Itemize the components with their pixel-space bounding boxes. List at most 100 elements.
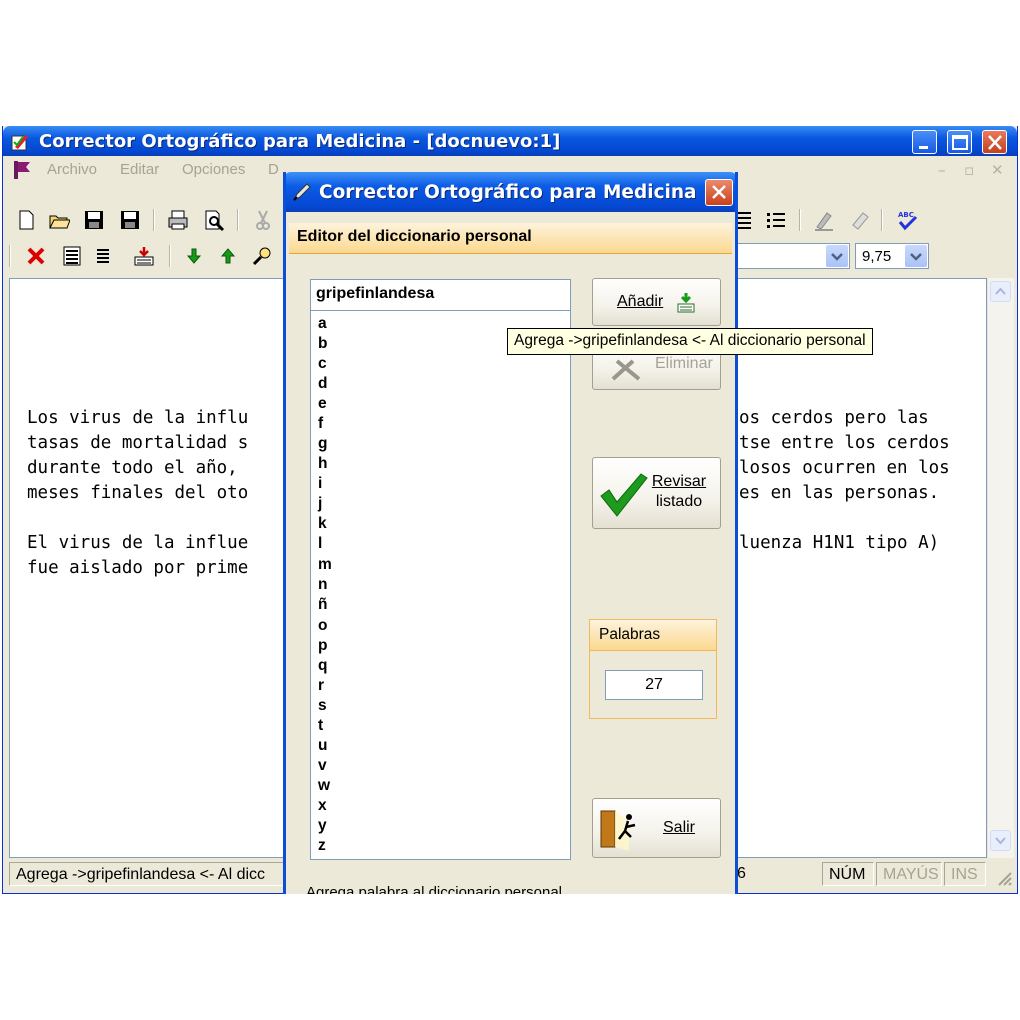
menu-d[interactable]: D — [268, 161, 279, 178]
font-size-combo[interactable]: 9,75 — [855, 243, 929, 269]
dialog-close-button[interactable] — [705, 179, 733, 206]
status-ins: INS — [944, 862, 986, 886]
list-item[interactable]: m — [318, 555, 332, 575]
close-icon — [988, 135, 1002, 150]
exit-label: Salir — [663, 819, 696, 836]
maximize-button[interactable] — [947, 130, 972, 154]
list-item[interactable]: h — [318, 454, 327, 474]
list-item[interactable]: b — [318, 334, 327, 354]
status-message: Agrega ->gripefinlandesa <- Al dicc — [9, 862, 285, 886]
spellcheck-icon[interactable]: ABC — [896, 209, 918, 231]
font-dropdown-button[interactable] — [826, 245, 848, 267]
highlight-icon[interactable] — [813, 209, 835, 231]
review-list-button[interactable]: Revisar listado — [592, 457, 721, 529]
save-icon[interactable] — [83, 209, 105, 231]
dialog-header-text: Editor del diccionario personal — [297, 228, 532, 245]
cut-icon[interactable] — [252, 209, 274, 231]
list-item[interactable]: r — [318, 676, 324, 696]
list-item[interactable]: i — [318, 474, 322, 494]
list-item[interactable]: c — [318, 354, 327, 374]
previous-arrow-up-icon[interactable] — [217, 245, 239, 267]
word-count-title: Palabras — [599, 626, 661, 643]
word-input[interactable]: gripefinlandesa — [310, 279, 571, 311]
search-replace-icon[interactable] — [251, 245, 273, 267]
mdi-minimize-icon[interactable]: – — [938, 161, 946, 179]
list-item[interactable]: ñ — [318, 595, 327, 615]
svg-text:ABC: ABC — [898, 211, 914, 219]
menu-editar[interactable]: Editar — [120, 161, 159, 178]
list-item[interactable]: d — [318, 374, 327, 394]
toolbar-separator — [881, 209, 883, 231]
list-item[interactable]: w — [318, 776, 330, 796]
chevron-down-icon — [831, 253, 843, 261]
list-item[interactable]: s — [318, 696, 327, 716]
delete-word-icon[interactable] — [25, 245, 47, 267]
status-caps: MAYÚS — [876, 862, 942, 886]
exit-button[interactable]: Salir — [592, 798, 721, 858]
scroll-up-button[interactable] — [990, 281, 1011, 302]
editor-line: durante todo el año, — [27, 458, 249, 478]
app-icon — [11, 135, 28, 151]
open-folder-icon[interactable] — [48, 209, 70, 231]
word-input-value: gripefinlandesa — [316, 285, 435, 302]
list-item[interactable]: l — [318, 534, 322, 554]
list-item[interactable]: z — [318, 836, 326, 856]
mdi-restore-icon[interactable]: ▫ — [964, 161, 974, 179]
checkmark-icon — [600, 473, 648, 517]
list-item[interactable]: g — [318, 434, 327, 454]
dialog-status-text: Agrega palabra al diccionario personal — [306, 884, 562, 894]
editor-line: tse entre los cerdos — [739, 433, 950, 453]
new-document-icon[interactable] — [15, 209, 37, 231]
eraser-icon[interactable] — [849, 209, 871, 231]
minimize-button[interactable] — [912, 130, 937, 154]
status-num: NÚM — [822, 862, 874, 886]
add-word-button[interactable]: Añadir — [592, 278, 721, 326]
list-item[interactable]: p — [318, 636, 327, 656]
list-item[interactable]: a — [318, 314, 327, 334]
list-item[interactable]: n — [318, 575, 327, 595]
font-size-dropdown-button[interactable] — [905, 245, 927, 267]
toolbar-separator — [799, 209, 801, 231]
editor-line: Los virus de la influ — [27, 408, 249, 428]
list-item[interactable]: j — [318, 494, 322, 514]
close-button[interactable] — [982, 130, 1007, 154]
list-item[interactable]: o — [318, 616, 327, 636]
list-item[interactable]: y — [318, 816, 327, 836]
exit-door-icon — [600, 810, 636, 851]
dictionary-icon[interactable] — [61, 245, 83, 267]
print-icon[interactable] — [167, 209, 189, 231]
word-count-header: Palabras — [590, 620, 716, 651]
list-item[interactable]: v — [318, 756, 327, 776]
resize-grip-icon[interactable] — [996, 870, 1012, 886]
print-preview-icon[interactable] — [203, 209, 225, 231]
editor-line: El virus de la influe — [27, 533, 249, 553]
dialog-titlebar[interactable]: Corrector Ortográfico para Medicina — [286, 172, 735, 212]
list-item[interactable]: x — [318, 796, 327, 816]
main-window-title: Corrector Ortográfico para Medicina - [d… — [39, 131, 561, 152]
list-item[interactable]: t — [318, 716, 323, 736]
save-as-icon[interactable] — [119, 209, 141, 231]
main-titlebar[interactable]: Corrector Ortográfico para Medicina - [d… — [3, 126, 1017, 156]
menu-archivo[interactable]: Archivo — [47, 161, 97, 178]
minimize-icon — [919, 146, 928, 149]
insert-word-icon[interactable] — [133, 245, 155, 267]
list-item[interactable]: e — [318, 394, 327, 414]
pen-icon — [292, 183, 311, 202]
toolbar-separator — [237, 209, 239, 231]
chevron-down-icon — [995, 837, 1006, 845]
list-item[interactable]: u — [318, 736, 327, 756]
font-combo[interactable] — [735, 243, 850, 269]
list-item[interactable]: f — [318, 414, 323, 434]
add-word-label: Añadir — [617, 293, 664, 310]
list-item[interactable]: k — [318, 514, 327, 534]
chevron-up-icon — [995, 287, 1006, 295]
scroll-down-button[interactable] — [990, 830, 1011, 851]
list-item[interactable]: q — [318, 656, 327, 676]
letter-list[interactable]: a b c d e f g h i j k l m n ñ o p q r s … — [310, 311, 571, 860]
bullet-list-icon[interactable] — [765, 209, 787, 231]
next-arrow-down-icon[interactable] — [183, 245, 205, 267]
mdi-close-icon[interactable]: ✕ — [991, 161, 1004, 179]
menu-opciones[interactable]: Opciones — [182, 161, 245, 178]
text-list-icon[interactable] — [93, 245, 115, 267]
vertical-scrollbar[interactable] — [987, 278, 1014, 858]
